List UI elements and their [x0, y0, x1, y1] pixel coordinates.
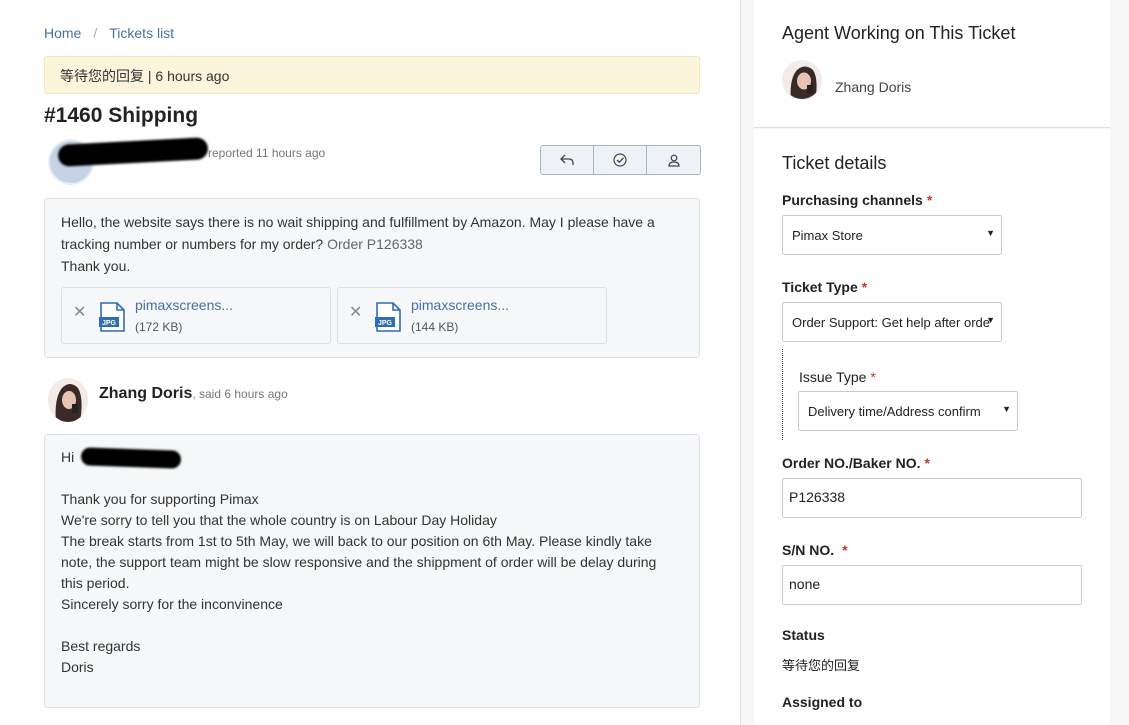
agent-panel: Agent Working on This Ticket Zhang Doris: [754, 0, 1110, 128]
status-value: 等待您的回复: [782, 658, 861, 673]
remove-attachment-icon[interactable]: ✕: [73, 302, 86, 324]
ticket-type-select[interactable]: Order Support: Get help after orde ▼: [782, 302, 1002, 342]
breadcrumb: Home / Tickets list: [44, 25, 174, 41]
reply-line: Sincerely sorry for the inconvinence: [61, 596, 283, 612]
agent-avatar: [48, 378, 88, 422]
required-marker: *: [924, 455, 930, 471]
main-column: Home / Tickets list 等待您的回复 | 6 hours ago…: [0, 0, 740, 725]
reporter-timestamp: reported 11 hours ago: [208, 146, 326, 160]
assigned-to-label: Assigned to: [782, 694, 863, 710]
reply-line: Thank you for supporting Pimax: [61, 491, 259, 507]
ticket-details-panel: Ticket details Purchasing channels * Pima…: [754, 129, 1110, 725]
reply-author: Zhang Doris, said 6 hours ago: [99, 385, 288, 402]
attachment-name[interactable]: pimaxscreens...: [411, 294, 509, 316]
reporter-header: reported 11 hours ago: [46, 137, 701, 187]
sidebar-agent-name: Zhang Doris: [835, 79, 912, 95]
reply-line: The break starts from 1st to 5th May, we…: [61, 533, 652, 549]
redacted-customer-name: [80, 447, 182, 469]
message-text-line: Thank you.: [61, 258, 131, 274]
sn-number-label: S/N NO. *: [782, 542, 848, 558]
required-marker: *: [842, 542, 848, 558]
agent-reply-header: Zhang Doris, said 6 hours ago: [48, 378, 448, 424]
agent-panel-heading: Agent Working on This Ticket: [782, 23, 1016, 43]
reply-greeting: Hi: [61, 447, 683, 469]
ticket-sidebar: Agent Working on This Ticket Zhang Doris…: [740, 0, 1129, 725]
reply-button[interactable]: [541, 146, 594, 174]
assign-button[interactable]: [647, 146, 700, 174]
required-marker: *: [861, 279, 868, 295]
issue-type-label: Issue Type *: [799, 369, 876, 385]
message-text-line: tracking number or numbers for my order?…: [61, 236, 423, 252]
agent-reply-message: Hi Thank you for supporting Pimax We're …: [44, 434, 700, 708]
resolve-check-icon: [613, 153, 627, 167]
required-marker: *: [870, 369, 876, 385]
ticket-type-label: Ticket Type *: [782, 279, 868, 295]
reply-timestamp: , said 6 hours ago: [192, 387, 288, 401]
select-caret-icon: ▼: [1002, 404, 1011, 414]
reply-line: this period.: [61, 575, 130, 591]
reply-line: We're sorry to tell you that the whole c…: [61, 512, 497, 528]
sn-number-field[interactable]: none: [782, 565, 1082, 605]
assign-user-icon: [667, 154, 680, 167]
ticket-action-group: [540, 145, 701, 175]
resolve-button[interactable]: [594, 146, 647, 174]
attachment-item[interactable]: ✕ JPG pimaxscreens... (144 KB): [337, 287, 607, 344]
select-caret-icon: ▼: [986, 315, 995, 325]
status-label: Status: [782, 627, 825, 643]
reply-closing: Best regards: [61, 638, 141, 654]
customer-message: Hello, the website says there is no wait…: [44, 198, 700, 358]
breadcrumb-home-link[interactable]: Home: [44, 25, 81, 41]
order-reference: Order P126338: [327, 236, 423, 252]
breadcrumb-tickets-link[interactable]: Tickets list: [109, 25, 174, 41]
jpg-file-icon: JPG: [99, 302, 125, 332]
attachment-item[interactable]: ✕ JPG pimaxscreens... (172 KB): [61, 287, 331, 344]
issue-type-select[interactable]: Delivery time/Address confirm ▼: [798, 391, 1018, 431]
attachment-name[interactable]: pimaxscreens...: [135, 294, 233, 316]
status-banner-text: 等待您的回复 | 6 hours ago: [60, 68, 230, 84]
order-number-field[interactable]: P126338: [782, 478, 1082, 518]
reply-icon: [560, 154, 574, 165]
attachment-size: (144 KB): [411, 320, 459, 334]
reply-line: note, the support team might be slow res…: [61, 554, 657, 570]
page-title: #1460 Shipping: [44, 104, 199, 127]
issue-type-subfield: Issue Type * Delivery time/Address confir…: [782, 349, 1032, 440]
required-marker: *: [926, 192, 933, 208]
order-number-label: Order NO./Baker NO. *: [782, 455, 930, 471]
agent-photo-icon: [783, 61, 821, 99]
select-caret-icon: ▼: [986, 228, 995, 238]
purchasing-channels-select[interactable]: Pimax Store ▼: [782, 215, 1002, 255]
reply-signature: Doris: [61, 659, 94, 675]
attachment-list: ✕ JPG pimaxscreens... (172 KB) ✕ JPG pim…: [61, 287, 683, 344]
sidebar-agent-avatar: [782, 60, 822, 100]
attachment-size: (172 KB): [135, 320, 183, 334]
message-text-line: Hello, the website says there is no wait…: [61, 214, 655, 230]
ticket-details-heading: Ticket details: [782, 153, 887, 173]
remove-attachment-icon[interactable]: ✕: [349, 302, 362, 324]
svg-text:JPG: JPG: [102, 320, 117, 327]
ticket-status-banner: 等待您的回复 | 6 hours ago: [44, 56, 700, 94]
svg-text:JPG: JPG: [378, 320, 393, 327]
jpg-file-icon: JPG: [375, 302, 401, 332]
purchasing-channels-label: Purchasing channels *: [782, 192, 933, 208]
breadcrumb-separator: /: [93, 25, 98, 41]
agent-photo-icon: [48, 378, 88, 422]
